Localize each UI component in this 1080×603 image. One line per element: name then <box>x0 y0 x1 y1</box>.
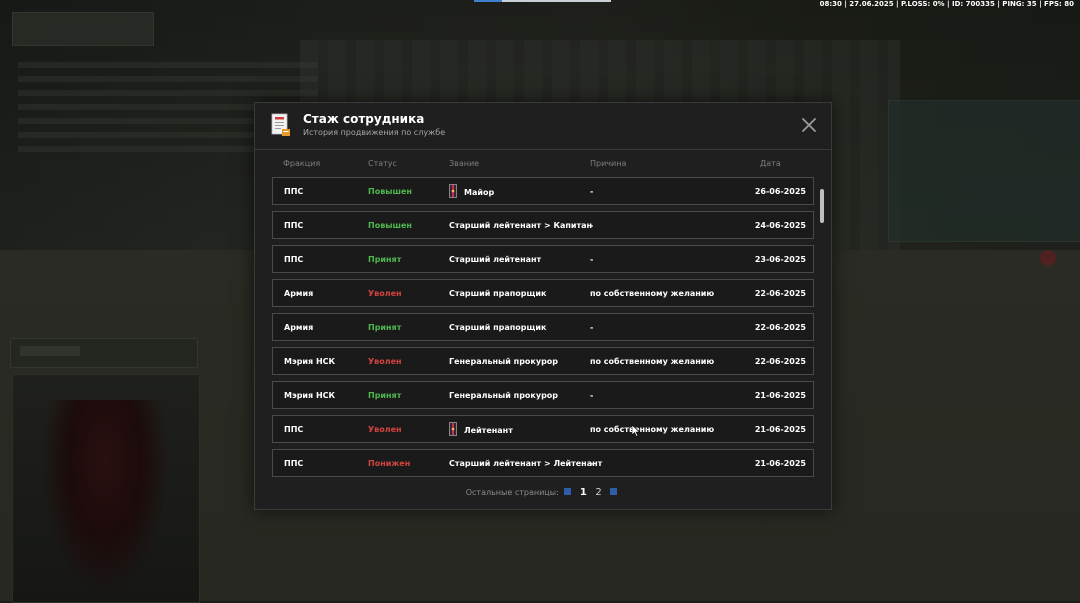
table-row[interactable]: ППС Повышен Майор - 26-06-2025 <box>272 177 814 205</box>
dialog-header: Стаж сотрудника История продвижения по с… <box>255 103 831 150</box>
row-reason: по собственному желанию <box>590 357 715 366</box>
row-date: 21-06-2025 <box>754 425 806 434</box>
row-reason: по собственному желанию <box>590 425 715 434</box>
row-rank: Старший прапорщик <box>449 323 546 332</box>
page-1-button[interactable]: 1 <box>580 487 587 498</box>
column-reason: Причина <box>590 159 627 168</box>
row-date: 22-06-2025 <box>754 357 806 366</box>
row-date: 24-06-2025 <box>754 221 806 230</box>
table-row[interactable]: Армия Принят Старший прапорщик - 22-06-2025 <box>272 313 814 341</box>
row-faction: ППС <box>284 221 304 230</box>
row-faction: Мэрия НСК <box>284 391 336 400</box>
row-rank-label: Генеральный прокурор <box>449 391 559 400</box>
pagination: Остальные страницы: 1 2 <box>255 487 831 501</box>
row-reason: - <box>590 255 594 264</box>
page-2-button[interactable]: 2 <box>595 487 601 498</box>
row-reason: - <box>590 391 594 400</box>
list-scrollbar[interactable] <box>820 189 824 223</box>
rank-insignia-icon <box>449 422 457 436</box>
rank-insignia-icon <box>449 184 457 198</box>
employee-tenure-dialog: Стаж сотрудника История продвижения по с… <box>254 102 832 510</box>
row-date: 26-06-2025 <box>754 187 806 196</box>
mouse-cursor-icon <box>632 425 640 437</box>
row-status: Повышен <box>368 187 412 196</box>
row-faction: Мэрия НСК <box>284 357 336 366</box>
row-faction: ППС <box>284 425 304 434</box>
row-rank: Генеральный прокурор <box>449 391 558 400</box>
table-row[interactable]: ППС Понижен Старший лейтенант > Лейтенант -… <box>272 449 814 477</box>
pagination-label: Остальные страницы: <box>465 488 559 497</box>
hud-status: 08:30 | 27.06.2025 | P.LOSS: 0% | ID: 70… <box>819 0 1074 8</box>
row-date: 21-06-2025 <box>754 391 806 400</box>
column-date: Дата <box>760 159 781 168</box>
dialog-subtitle: История продвижения по службе <box>303 128 446 137</box>
table-header: Фракция Статус Звание Причина Дата <box>283 159 823 171</box>
row-rank: Майор <box>449 184 495 198</box>
row-faction: Армия <box>284 323 314 332</box>
document-icon <box>271 113 290 136</box>
column-status: Статус <box>368 159 397 168</box>
row-faction: ППС <box>284 187 304 196</box>
row-status: Понижен <box>368 459 411 468</box>
row-reason: - <box>590 221 594 230</box>
row-reason: - <box>590 459 594 468</box>
row-rank: Лейтенант <box>449 422 513 436</box>
table-row[interactable]: Мэрия НСК Принят Генеральный прокурор - 21-0… <box>272 381 814 409</box>
row-status: Уволен <box>368 425 402 434</box>
row-rank-label: Генеральный прокурор <box>449 357 559 366</box>
row-rank-label: Старший прапорщик <box>449 289 547 298</box>
row-status: Повышен <box>368 221 412 230</box>
row-rank: Старший лейтенант > Капитан <box>449 221 592 230</box>
row-date: 22-06-2025 <box>754 289 806 298</box>
row-status: Уволен <box>368 357 402 366</box>
row-faction: Армия <box>284 289 314 298</box>
row-rank: Старший прапорщик <box>449 289 546 298</box>
row-rank-label: Майор <box>464 188 495 197</box>
row-status: Принят <box>368 391 402 400</box>
background-character <box>40 400 170 600</box>
table-row[interactable]: Армия Уволен Старший прапорщик по собственн… <box>272 279 814 307</box>
table-row[interactable]: ППС Повышен Старший лейтенант > Капитан - 24… <box>272 211 814 239</box>
row-reason: - <box>590 323 594 332</box>
row-rank-label: Лейтенант <box>464 426 513 435</box>
table-row[interactable]: ППС Уволен Лейтенант по собственному желани… <box>272 415 814 443</box>
close-icon[interactable] <box>801 117 817 133</box>
background-hud-panel <box>12 12 154 46</box>
row-date: 21-06-2025 <box>754 459 806 468</box>
column-faction: Фракция <box>283 159 321 168</box>
table-row[interactable]: Мэрия НСК Уволен Генеральный прокурор по со… <box>272 347 814 375</box>
row-reason: по собственному желанию <box>590 289 715 298</box>
row-rank-label: Старший лейтенант <box>449 255 542 264</box>
row-status: Уволен <box>368 289 402 298</box>
row-faction: ППС <box>284 459 304 468</box>
history-list[interactable]: ППС Повышен Майор - 26-06-2025 ППС Повышен Стар… <box>272 177 814 477</box>
dialog-title: Стаж сотрудника <box>303 112 425 126</box>
background-side-panel-label <box>20 346 80 356</box>
row-status: Принят <box>368 323 402 332</box>
row-rank-label: Старший прапорщик <box>449 323 547 332</box>
prev-page-button[interactable] <box>564 488 572 495</box>
row-rank: Старший лейтенант > Лейтенант <box>449 459 602 468</box>
next-page-button[interactable] <box>610 488 618 495</box>
background-sign <box>1040 250 1056 266</box>
row-reason: - <box>590 187 594 196</box>
row-rank-label: Старший лейтенант > Лейтенант <box>449 459 603 468</box>
row-date: 23-06-2025 <box>754 255 806 264</box>
column-rank: Звание <box>449 159 480 168</box>
row-rank: Генеральный прокурор <box>449 357 558 366</box>
top-progress-bar <box>474 0 611 2</box>
row-faction: ППС <box>284 255 304 264</box>
row-date: 22-06-2025 <box>754 323 806 332</box>
row-status: Принят <box>368 255 402 264</box>
table-row[interactable]: ППС Принят Старший лейтенант - 23-06-2025 <box>272 245 814 273</box>
row-rank-label: Старший лейтенант > Капитан <box>449 221 593 230</box>
row-rank: Старший лейтенант <box>449 255 541 264</box>
background-right-panel <box>888 100 1080 242</box>
